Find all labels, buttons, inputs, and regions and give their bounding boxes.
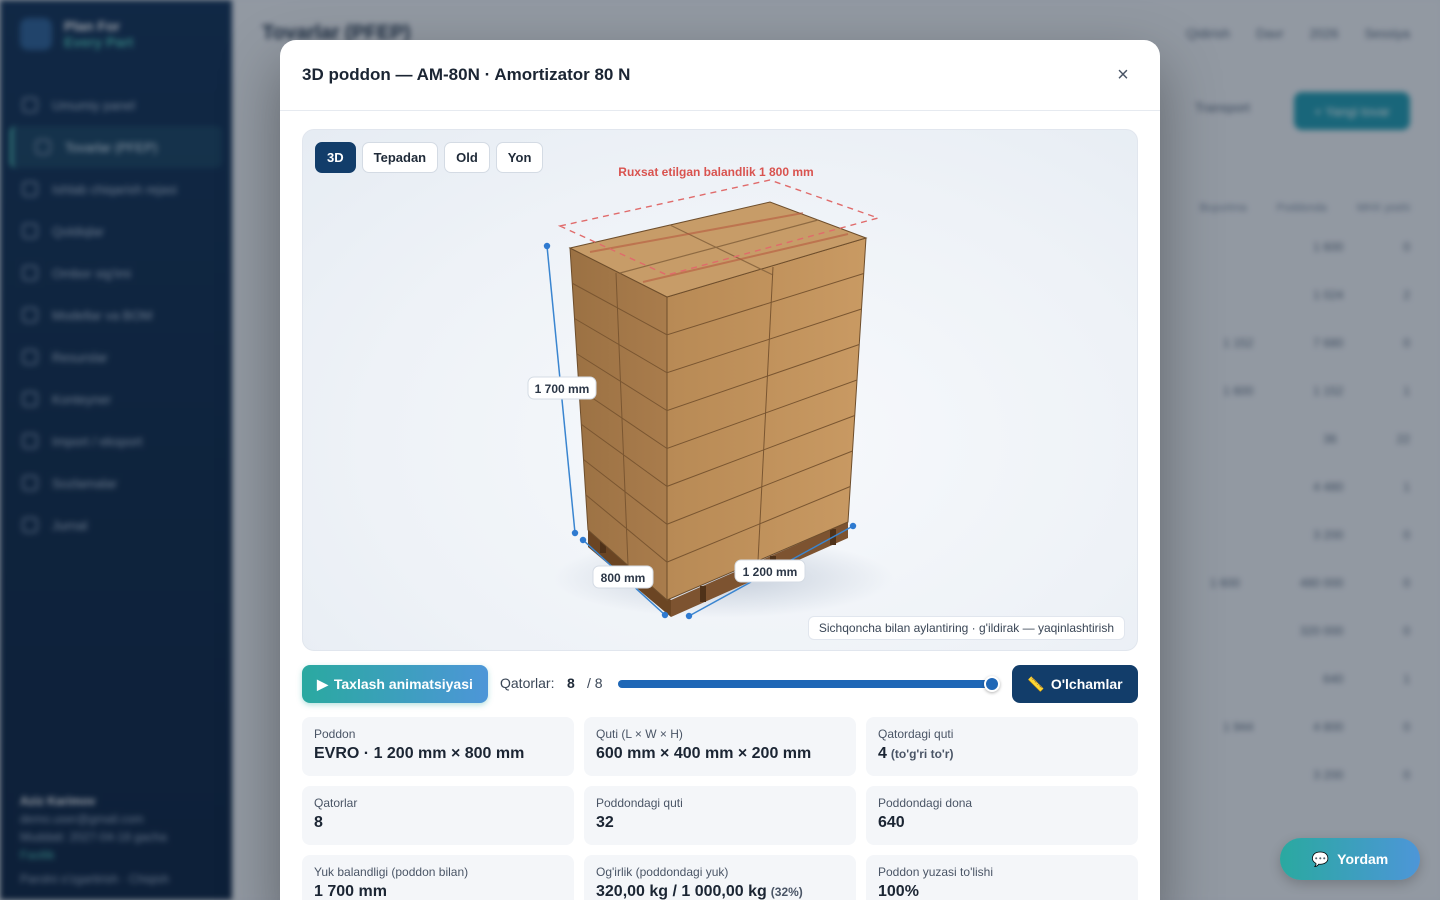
- stat-label: Poddondagi dona: [878, 796, 973, 810]
- stat-value-row: 600 mm × 400 mm × 200 mm: [596, 745, 844, 763]
- help-label: Yordam: [1337, 851, 1389, 867]
- stat-value: 320,00 kg / 1 000,00 kg: [596, 883, 767, 900]
- stat-label: Poddon yuzasi to'lishi: [878, 865, 994, 879]
- dimensions-label: O'lchamlar: [1050, 676, 1123, 692]
- width-label: 1 200 mm: [743, 565, 798, 579]
- stat-card: Poddon EVRO · 1 200 mm × 800 mm: [302, 717, 574, 776]
- close-button[interactable]: ×: [1108, 60, 1138, 90]
- stat-value: EVRO · 1 200 mm × 800 mm: [314, 745, 525, 762]
- stat-value-row: 32: [596, 814, 844, 832]
- dimension-point: [579, 536, 587, 544]
- stack-front-face: [666, 237, 867, 601]
- stat-value-row: 4 (to'g'ri to'r): [878, 745, 1126, 763]
- stat-value-row: 640: [878, 814, 1126, 832]
- stat-value: 4: [878, 745, 887, 762]
- stat-value-row: 320,00 kg / 1 000,00 kg (32%): [596, 883, 844, 900]
- stacking-controls: ▶ Taxlash animatsiyasi Qatorlar: 8 / 8 📏…: [302, 665, 1138, 703]
- pallet-3d-viewer[interactable]: Ruxsat etilgan balandlik 1 800 mm 1 700 …: [302, 129, 1138, 651]
- dimension-point: [685, 612, 693, 620]
- view-tabs: 3D Tepadan Old Yon: [315, 142, 544, 173]
- stat-label: Yuk balandligi (poddon bilan): [314, 865, 469, 879]
- dimensions-button[interactable]: 📏 O'lchamlar: [1012, 665, 1138, 703]
- stat-label: Qatordagi quti: [878, 727, 954, 741]
- stat-value: 100%: [878, 883, 919, 900]
- stacking-animation-button[interactable]: ▶ Taxlash animatsiyasi: [302, 665, 488, 703]
- rows-slider-thumb[interactable]: [984, 676, 1000, 692]
- pallet-scene[interactable]: Ruxsat etilgan balandlik 1 800 mm 1 700 …: [303, 130, 1138, 651]
- stat-label: Og'irlik (poddondagi yuk): [596, 865, 729, 879]
- depth-label: 800 mm: [601, 571, 646, 585]
- stat-card: Qatordagi quti 4 (to'g'ri to'r): [866, 717, 1138, 776]
- stat-card: Og'irlik (poddondagi yuk) 320,00 kg / 1 0…: [584, 855, 856, 900]
- dimension-point: [661, 611, 669, 619]
- rows-slider-fill: [618, 680, 992, 688]
- tab-side[interactable]: Yon: [495, 142, 544, 173]
- rows-total: / 8: [587, 675, 603, 691]
- tab-front[interactable]: Old: [444, 142, 490, 173]
- stat-label: Quti (L × W × H): [596, 727, 683, 741]
- stat-label: Qatorlar: [314, 796, 358, 810]
- dimension-point: [849, 522, 857, 530]
- rows-label: Qatorlar:: [500, 675, 555, 691]
- stat-card: Poddondagi quti 32: [584, 786, 856, 845]
- tab-3d[interactable]: 3D: [315, 142, 356, 173]
- stat-value: 640: [878, 814, 905, 831]
- stat-card: Poddondagi dona 640: [866, 786, 1138, 845]
- close-icon: ×: [1117, 63, 1129, 86]
- stat-card: Qatorlar 8: [302, 786, 574, 845]
- rows-slider[interactable]: [618, 676, 1000, 692]
- stat-note: (to'g'ri to'r): [890, 747, 954, 761]
- stat-value-row: EVRO · 1 200 mm × 800 mm: [314, 745, 562, 763]
- stat-value: 8: [314, 814, 323, 831]
- stat-note: (32%): [770, 885, 803, 899]
- rows-current: 8: [567, 675, 575, 691]
- stat-value: 32: [596, 814, 614, 831]
- stat-value: 600 mm × 400 mm × 200 mm: [596, 745, 812, 762]
- dimension-point: [543, 242, 551, 250]
- modal-header: 3D poddon — AM-80N · Amortizator 80 N ×: [280, 40, 1160, 111]
- tab-top[interactable]: Tepadan: [361, 142, 439, 173]
- stat-card: Yuk balandligi (poddon bilan) 1 700 mm: [302, 855, 574, 900]
- stat-label: Poddon: [314, 727, 356, 741]
- stat-card: Poddon yuzasi to'lishi 100%: [866, 855, 1138, 900]
- help-button[interactable]: 💬 Yordam: [1280, 838, 1420, 880]
- stat-card: Quti (L × W × H) 600 mm × 400 mm × 200 mm: [584, 717, 856, 776]
- play-icon: ▶: [317, 675, 328, 692]
- stat-value: 1 700 mm: [314, 883, 387, 900]
- pallet-3d-modal: 3D poddon — AM-80N · Amortizator 80 N ×: [280, 40, 1160, 900]
- stack-left-face: [569, 247, 668, 602]
- stat-label: Poddondagi quti: [596, 796, 683, 810]
- ruler-icon: 📏: [1027, 675, 1045, 692]
- pallet-stats: Poddon EVRO · 1 200 mm × 800 mm Quti (L × …: [302, 717, 1138, 900]
- allowed-height-label: Ruxsat etilgan balandlik 1 800 mm: [618, 165, 813, 179]
- modal-title: 3D poddon — AM-80N · Amortizator 80 N: [302, 65, 631, 84]
- dimension-point: [571, 529, 579, 537]
- stacking-animation-label: Taxlash animatsiyasi: [333, 676, 473, 692]
- viewer-hint: Sichqoncha bilan aylantiring · g'ildirak…: [807, 616, 1125, 640]
- stat-value-row: 8: [314, 814, 562, 832]
- stat-value-row: 1 700 mm: [314, 883, 562, 900]
- stat-value-row: 100%: [878, 883, 1126, 900]
- height-label: 1 700 mm: [535, 382, 590, 396]
- chat-icon: 💬: [1311, 850, 1330, 867]
